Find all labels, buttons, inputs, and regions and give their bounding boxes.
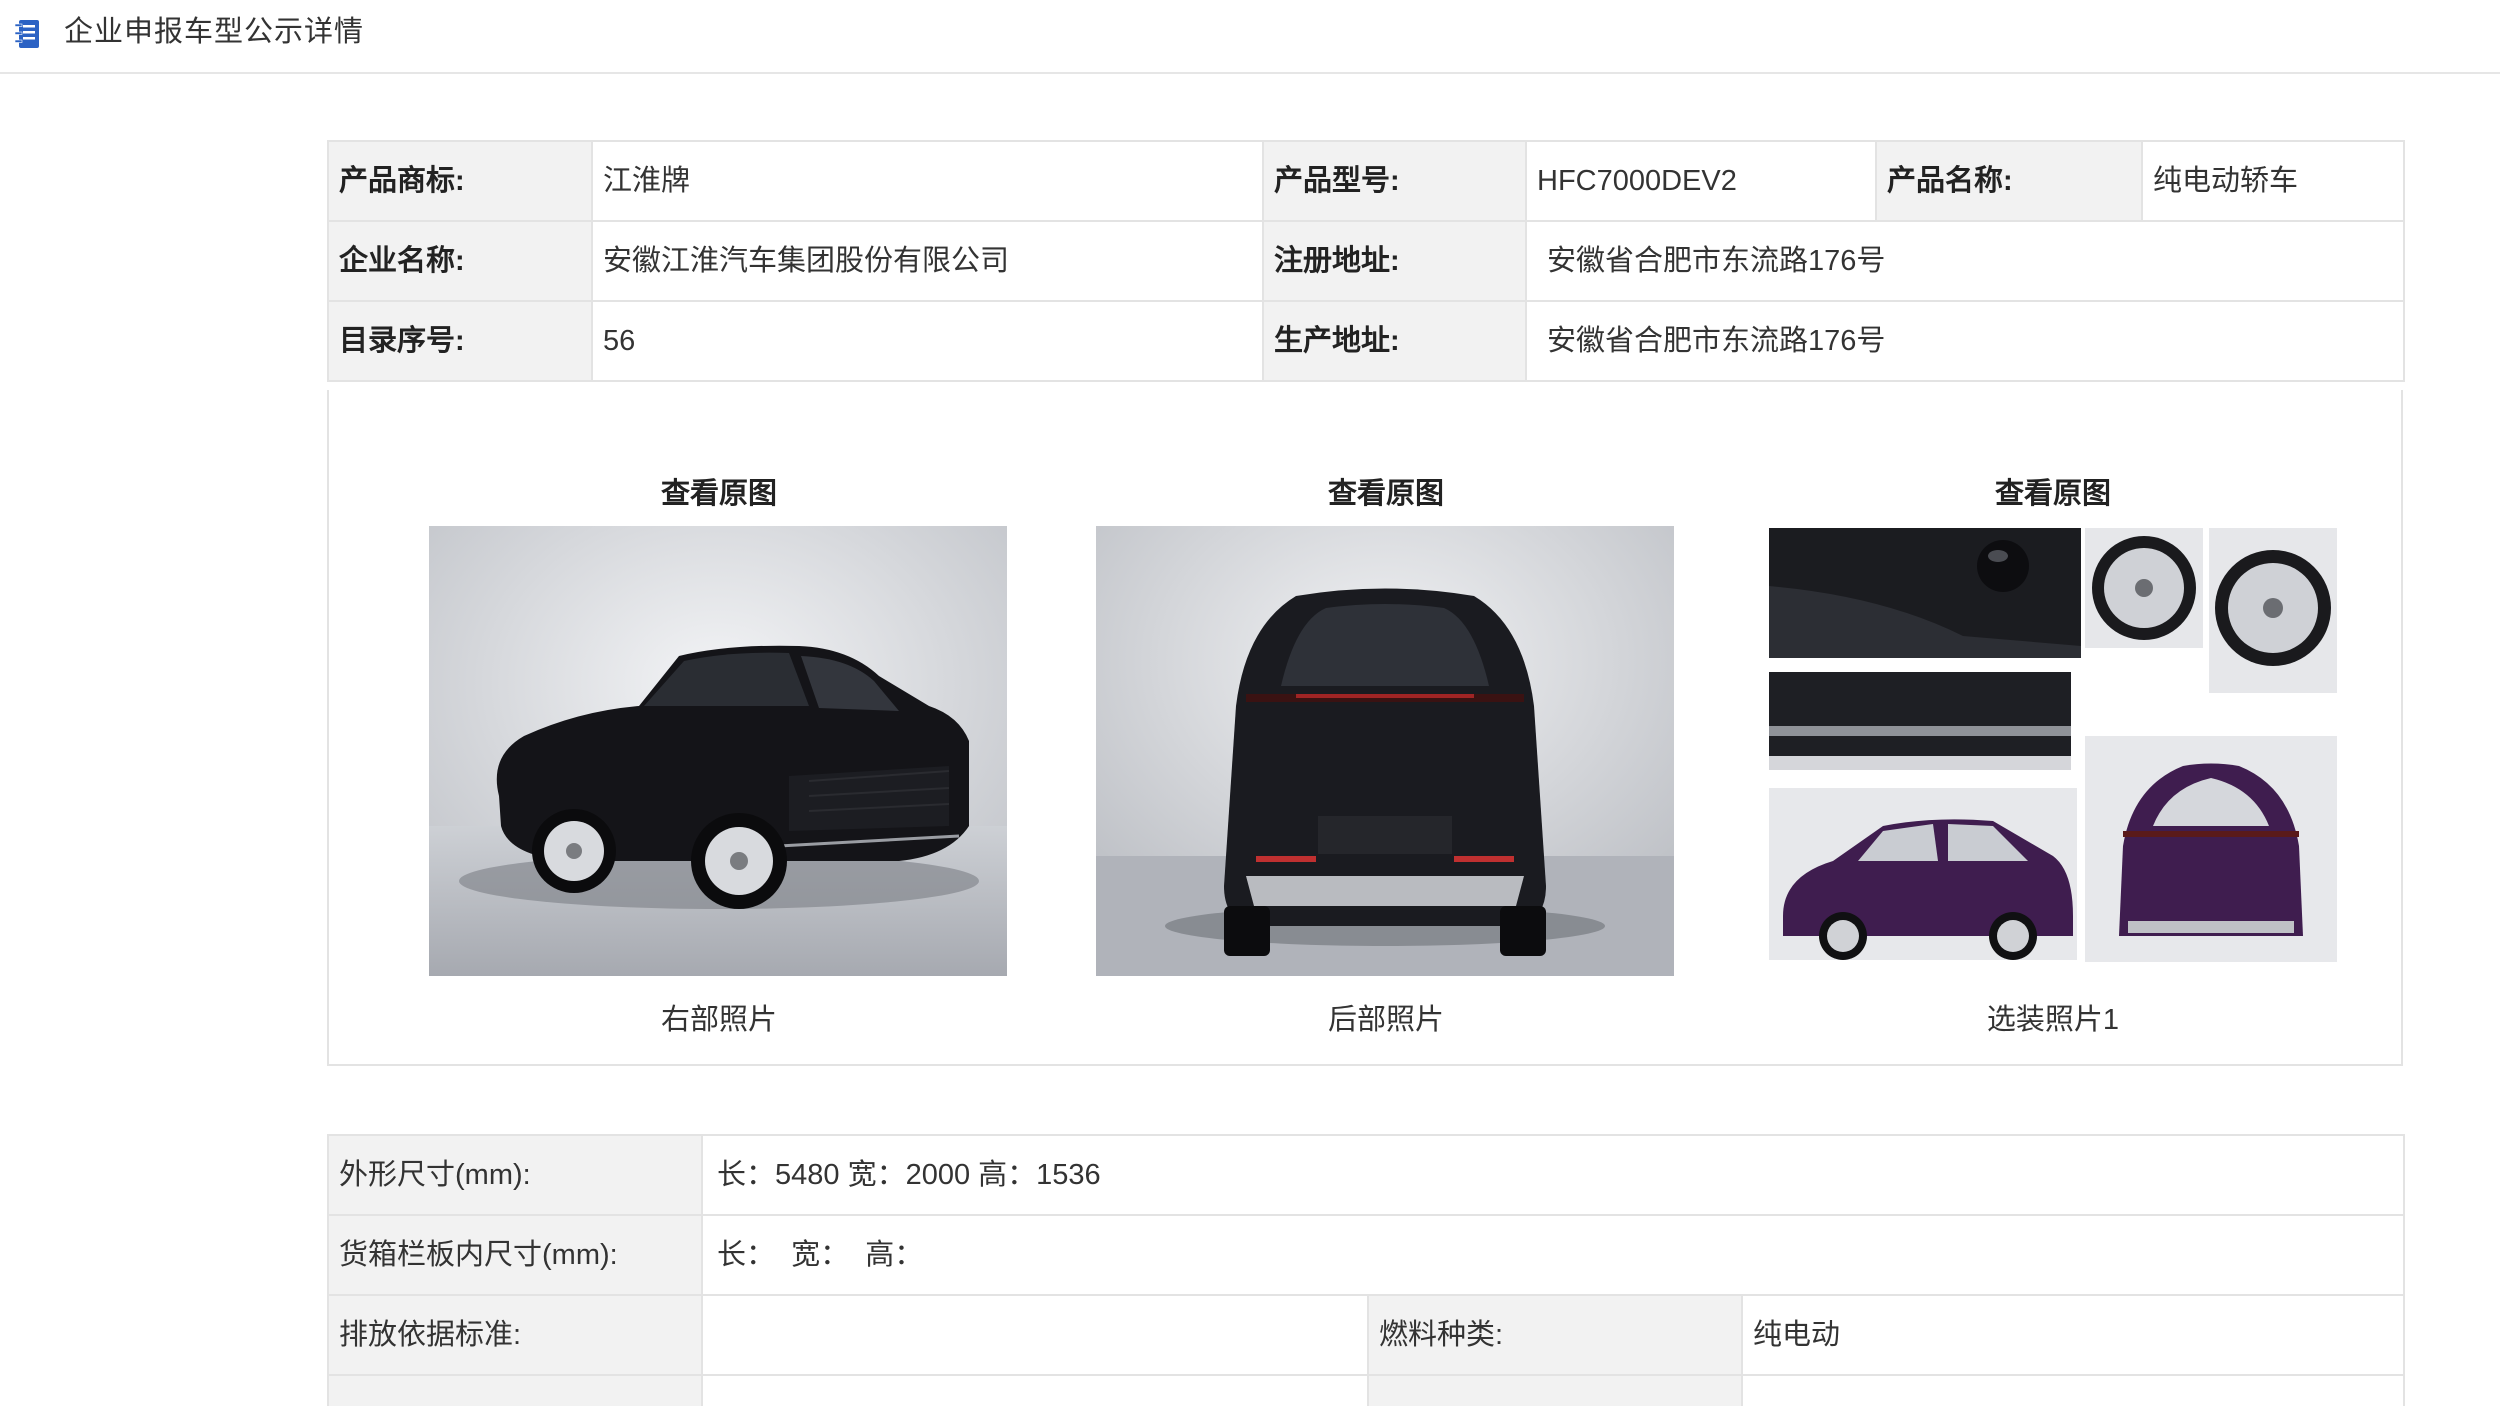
- right-side-photo[interactable]: [429, 526, 1007, 976]
- photo-caption: 后部照片: [1327, 1004, 1444, 1036]
- photo-card-option: 查看原图 选装照片1: [1763, 390, 2343, 1066]
- emission-standard-value: [701, 1294, 1369, 1376]
- emission-standard-label: 排放依据标准:: [327, 1294, 703, 1376]
- photo-card-right: 查看原图 右部照片: [429, 390, 1009, 1066]
- cargo-dimensions-label: 货箱栏板内尺寸(mm):: [327, 1214, 703, 1296]
- view-original-link[interactable]: 查看原图: [1096, 470, 1676, 512]
- brand-value: 江淮牌: [591, 140, 1264, 222]
- company-value: 安徽江淮汽车集团股份有限公司: [591, 220, 1264, 302]
- fuel-type-value: 纯电动: [1740, 1294, 2406, 1376]
- page: 企业申报车型公示详情 产品商标: 江淮牌 产品型号: HFC7000DEV2 产…: [0, 0, 2500, 1406]
- page-header: 企业申报车型公示详情: [0, 0, 2500, 74]
- product-name-value: 纯电动轿车: [2141, 140, 2405, 222]
- model-value: HFC7000DEV2: [1525, 140, 1877, 222]
- table-row: 货箱栏板内尺寸(mm): 长： 宽： 高：: [327, 1214, 2406, 1296]
- reg-address-value: 安徽省合肥市东流路176号: [1525, 220, 2405, 302]
- product-name-label: 产品名称:: [1875, 140, 2143, 222]
- photo-gallery: 查看原图 右部照片 查看原图 后部照片 查看原图 选装照片1: [327, 390, 2403, 1066]
- specs-table: 外形尺寸(mm): 长：5480 宽：2000 高：1536 货箱栏板内尺寸(m…: [327, 1134, 2406, 1406]
- table-row: 外形尺寸(mm): 长：5480 宽：2000 高：1536: [327, 1134, 2406, 1216]
- table-row: 产品商标: 江淮牌 产品型号: HFC7000DEV2 产品名称: 纯电动轿车: [327, 140, 2405, 222]
- reg-address-label: 注册地址:: [1262, 220, 1527, 302]
- model-label: 产品型号:: [1262, 140, 1527, 222]
- catalog-no-value: 56: [591, 300, 1264, 382]
- option-photo[interactable]: [1763, 526, 2341, 976]
- view-original-link[interactable]: 查看原图: [1763, 470, 2343, 512]
- notebook-icon: [14, 20, 39, 48]
- view-original-link[interactable]: 查看原图: [429, 470, 1009, 512]
- dimensions-label: 外形尺寸(mm):: [327, 1134, 703, 1216]
- brand-label: 产品商标:: [327, 140, 593, 222]
- table-row: 排放依据标准: 燃料种类: 纯电动: [327, 1294, 2406, 1376]
- dimensions-value: 长：5480 宽：2000 高：1536: [700, 1134, 2406, 1216]
- table-row: 企业名称: 安徽江淮汽车集团股份有限公司 注册地址: 安徽省合肥市东流路176号: [327, 220, 2405, 302]
- prod-address-label: 生产地址:: [1262, 300, 1527, 382]
- prod-address-value: 安徽省合肥市东流路176号: [1525, 300, 2405, 382]
- page-title: 企业申报车型公示详情: [64, 16, 365, 48]
- cargo-dimensions-value: 长： 宽： 高：: [700, 1214, 2406, 1296]
- table-row: 目录序号: 56 生产地址: 安徽省合肥市东流路176号: [327, 300, 2405, 382]
- photo-caption: 右部照片: [660, 1004, 777, 1036]
- catalog-no-label: 目录序号:: [327, 300, 593, 382]
- basic-info-table: 产品商标: 江淮牌 产品型号: HFC7000DEV2 产品名称: 纯电动轿车 …: [327, 140, 2405, 382]
- fuel-type-label: 燃料种类:: [1367, 1294, 1743, 1376]
- company-label: 企业名称:: [327, 220, 593, 302]
- photo-caption: 选装照片1: [1986, 1004, 2120, 1036]
- photo-card-rear: 查看原图 后部照片: [1096, 390, 1676, 1066]
- table-row-partial: [327, 1374, 2406, 1406]
- rear-photo[interactable]: [1096, 526, 1674, 976]
